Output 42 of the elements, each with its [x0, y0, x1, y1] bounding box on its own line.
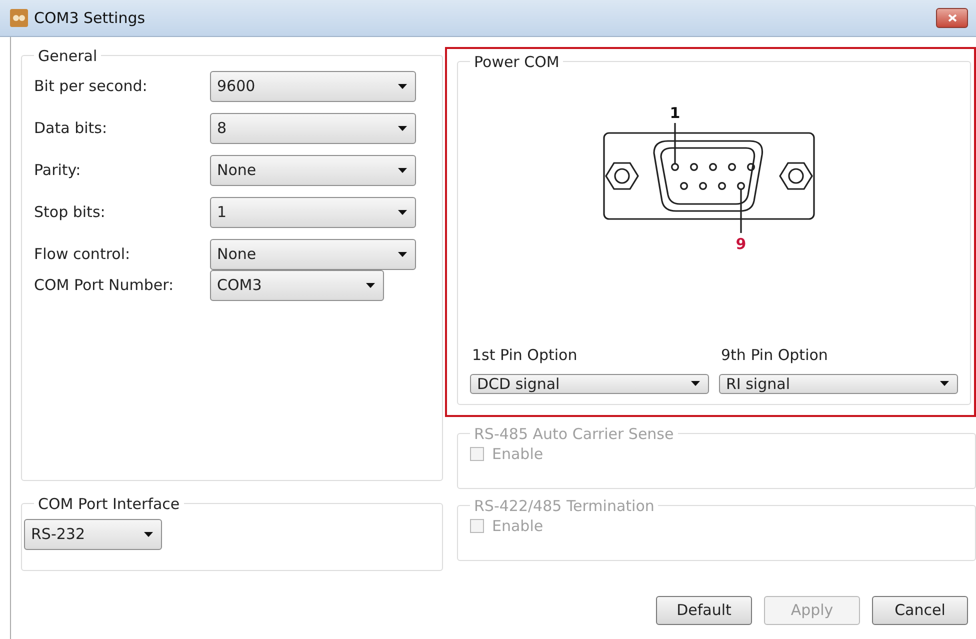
window-title: COM3 Settings — [34, 8, 146, 27]
dropdown[interactable]: None — [210, 154, 416, 186]
group-title: General — [37, 46, 98, 65]
caret-icon — [398, 252, 407, 257]
dropdown[interactable]: DCD signal — [470, 374, 709, 394]
caret-icon — [144, 532, 153, 537]
dropdown[interactable]: 8 — [210, 112, 416, 144]
field-label: COM Port Number: — [34, 276, 175, 294]
option-label: 9th Pin Option — [720, 346, 829, 364]
field-label: Parity: — [34, 161, 82, 180]
app-icon — [10, 8, 28, 27]
group-title: Power COM — [473, 52, 560, 71]
dialog-button[interactable]: Default — [656, 596, 752, 625]
caret-icon — [398, 126, 407, 131]
caret-icon — [940, 381, 949, 386]
field-label: Flow control: — [34, 245, 132, 264]
pin-label: 1 — [670, 104, 680, 122]
field-label: Stop bits: — [34, 203, 106, 222]
option-label: 1st Pin Option — [471, 346, 578, 364]
caret-icon — [398, 210, 407, 215]
group-title: RS-422/485 Termination — [473, 496, 656, 515]
dropdown[interactable]: 1 — [210, 196, 416, 228]
caret-icon — [691, 381, 700, 386]
dialog-button[interactable]: Cancel — [872, 596, 968, 625]
group-title: RS-485 Auto Carrier Sense — [473, 424, 675, 443]
dialog-button: Apply — [764, 596, 860, 625]
group-title: COM Port Interface — [37, 494, 181, 513]
checkbox-label: Enable — [492, 444, 544, 463]
close-icon — [948, 14, 956, 22]
dropdown[interactable]: RS-232 — [24, 518, 162, 550]
dropdown[interactable]: 9600 — [210, 70, 416, 102]
close-button[interactable] — [936, 8, 968, 28]
checkbox-label: Enable — [492, 516, 544, 535]
caret-icon — [398, 168, 407, 173]
caret-icon — [398, 84, 407, 89]
pin-label: 9 — [736, 234, 746, 253]
dropdown[interactable]: COM3 — [210, 270, 384, 301]
dropdown[interactable]: None — [210, 238, 416, 270]
field-label: Data bits: — [34, 119, 108, 138]
caret-icon — [366, 282, 375, 288]
field-label: Bit per second: — [34, 77, 148, 96]
dropdown[interactable]: RI signal — [719, 374, 958, 394]
